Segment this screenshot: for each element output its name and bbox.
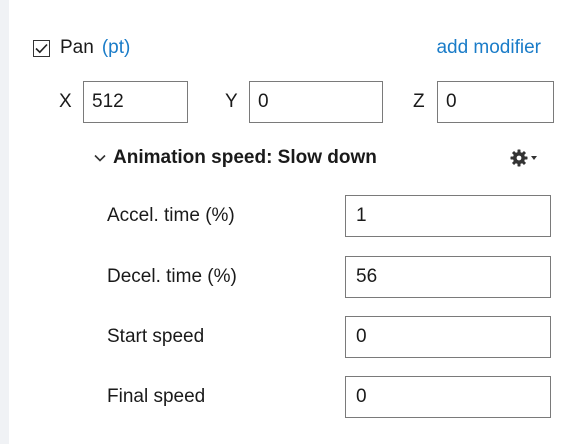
unit-link[interactable]: (pt) bbox=[102, 37, 131, 59]
animation-speed-header[interactable]: Animation speed: Slow down bbox=[93, 144, 541, 172]
accel-time-input[interactable] bbox=[345, 195, 551, 237]
z-input[interactable] bbox=[437, 81, 554, 123]
x-input[interactable] bbox=[83, 81, 188, 123]
pan-checkbox[interactable] bbox=[33, 39, 50, 57]
decel-time-input[interactable] bbox=[345, 256, 551, 298]
start-speed-input[interactable] bbox=[345, 316, 551, 358]
checkmark-icon bbox=[35, 43, 48, 53]
y-label: Y bbox=[225, 91, 238, 112]
pan-properties-panel: Pan (pt) add modifier X Y Z Animation sp… bbox=[9, 0, 563, 444]
x-label: X bbox=[59, 91, 72, 112]
chevron-down-icon[interactable] bbox=[93, 151, 107, 165]
accel-time-label: Accel. time (%) bbox=[107, 205, 235, 226]
panel-left-strip bbox=[0, 0, 9, 444]
y-input[interactable] bbox=[249, 81, 383, 123]
start-speed-row: Start speed bbox=[107, 316, 551, 358]
coordinate-row: X Y Z bbox=[59, 81, 554, 123]
decel-time-label: Decel. time (%) bbox=[107, 266, 237, 287]
accel-time-row: Accel. time (%) bbox=[107, 195, 551, 237]
decel-time-row: Decel. time (%) bbox=[107, 256, 551, 298]
add-modifier-link[interactable]: add modifier bbox=[436, 37, 541, 59]
pan-label: Pan bbox=[60, 37, 94, 58]
final-speed-label: Final speed bbox=[107, 386, 206, 407]
animation-speed-title: Animation speed: Slow down bbox=[113, 147, 377, 168]
final-speed-row: Final speed bbox=[107, 376, 551, 418]
pan-header: Pan (pt) add modifier bbox=[33, 34, 541, 62]
settings-menu-button[interactable] bbox=[510, 149, 537, 167]
z-label: Z bbox=[413, 91, 425, 112]
final-speed-input[interactable] bbox=[345, 376, 551, 418]
gear-icon bbox=[510, 149, 528, 167]
dropdown-arrow-icon bbox=[531, 156, 537, 160]
start-speed-label: Start speed bbox=[107, 326, 205, 347]
